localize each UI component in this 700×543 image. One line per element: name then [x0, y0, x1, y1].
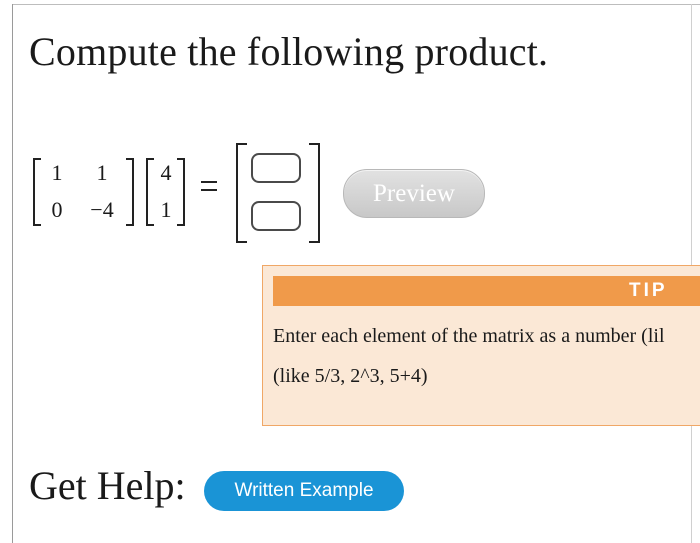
matrix-a-r1c2: 1	[96, 160, 108, 185]
tip-text-line-2: (like 5/3, 2^3, 5+4)	[273, 365, 428, 387]
get-help-label: Get Help:	[29, 463, 186, 508]
vector-b-r2: 1	[160, 197, 172, 222]
tip-text-line-1: Enter each element of the matrix as a nu…	[273, 325, 665, 347]
tip-header: TIP	[273, 276, 700, 306]
written-example-button[interactable]: Written Example	[204, 471, 404, 511]
answer-right-bracket	[309, 143, 320, 243]
matrix-a-r2c1: 0	[51, 197, 63, 222]
matrix-a-left-bracket	[33, 158, 41, 226]
answer-cell-1-input[interactable]	[251, 153, 301, 183]
frame-top-border	[12, 4, 700, 5]
matrix-a-right-bracket	[126, 158, 134, 226]
answer-left-bracket	[236, 143, 247, 243]
preview-button[interactable]: Preview	[343, 169, 485, 218]
equals-sign	[201, 181, 217, 191]
matrix-a-r1c1: 1	[51, 160, 63, 185]
frame-left-border	[12, 4, 13, 543]
matrix-a-r2c2: −4	[90, 197, 114, 222]
tip-title: TIP	[629, 280, 668, 301]
question-title: Compute the following product.	[29, 29, 549, 74]
answer-cell-2-input[interactable]	[251, 201, 301, 231]
tip-box: TIP Enter each element of the matrix as …	[262, 265, 700, 426]
vector-b-left-bracket	[146, 158, 154, 226]
vector-b-right-bracket	[177, 158, 185, 226]
vector-b-r1: 4	[160, 160, 172, 185]
